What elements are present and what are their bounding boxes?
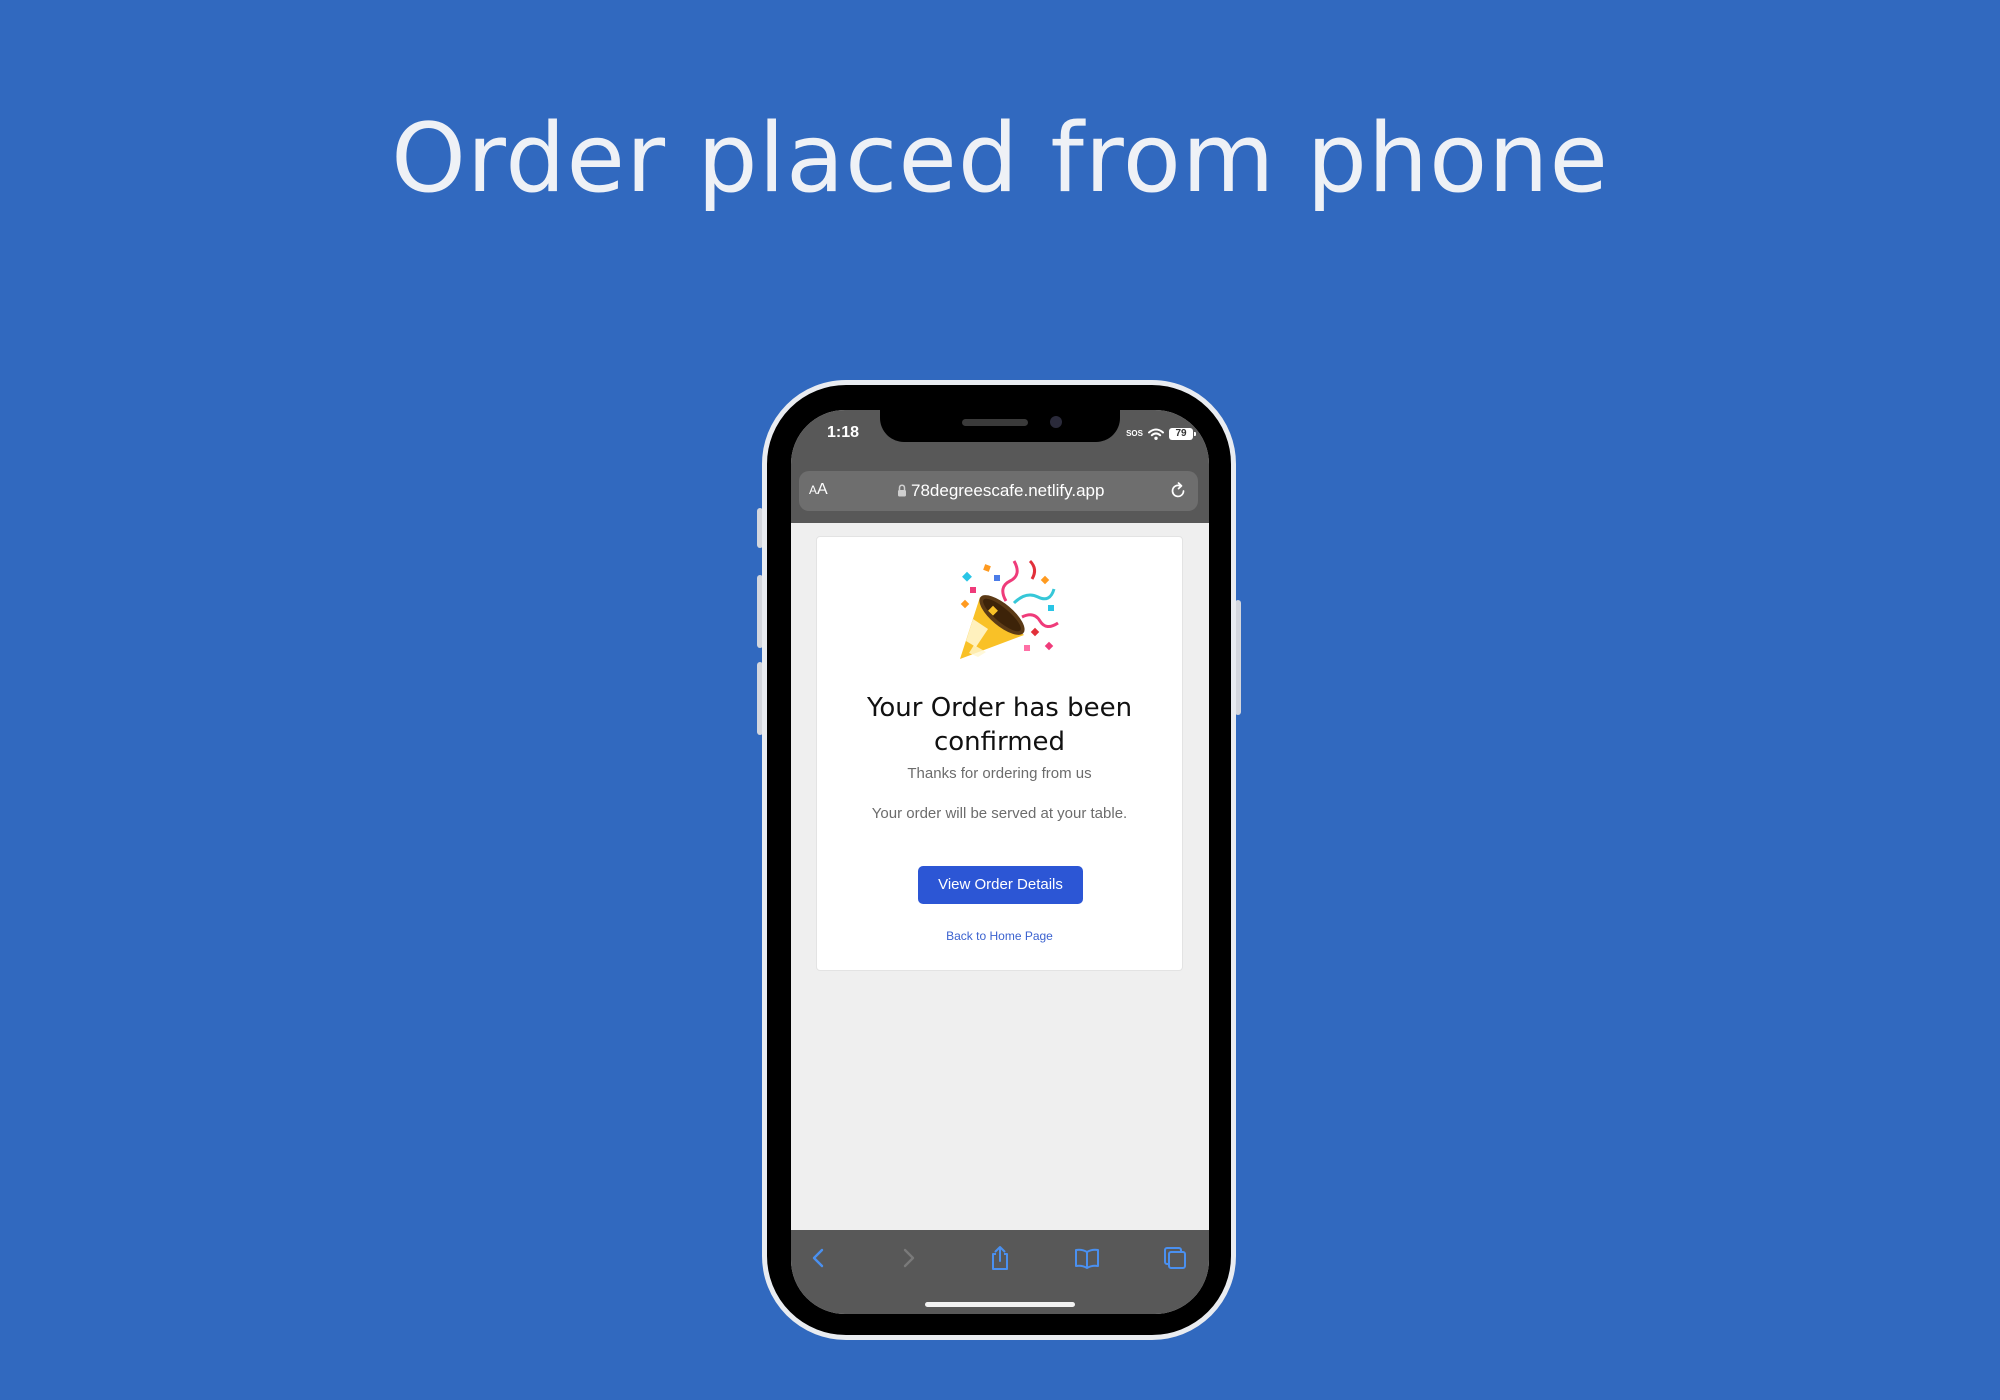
bookmarks-icon[interactable] — [1073, 1244, 1101, 1272]
share-icon[interactable] — [986, 1244, 1014, 1272]
view-order-details-button[interactable]: View Order Details — [918, 866, 1083, 904]
sos-indicator: SOS — [1126, 429, 1143, 438]
battery-indicator: 79 — [1169, 428, 1196, 440]
phone-screen: 1:18 SOS 79 AA 78degreescafe.netlify.app — [791, 410, 1209, 1314]
lock-icon — [898, 484, 906, 497]
status-time: 1:18 — [827, 424, 860, 441]
serve-message: Your order will be served at your table. — [871, 805, 1128, 822]
back-to-home-link[interactable]: Back to Home Page — [817, 929, 1182, 943]
status-icons: SOS 79 — [1126, 428, 1196, 440]
browser-top-bar: AA 78degreescafe.netlify.app — [791, 460, 1209, 523]
order-confirmed-title: Your Order has been confirmed — [866, 693, 1133, 757]
thanks-text: Thanks for ordering from us — [907, 765, 1092, 782]
wifi-icon — [1148, 428, 1164, 440]
phone-notch — [880, 410, 1120, 442]
page-headline: Order placed from phone — [391, 104, 1609, 214]
text-size-button[interactable]: AA — [809, 481, 828, 499]
order-confirmation-card: Your Order has been confirmed Thanks for… — [816, 536, 1183, 971]
browser-toolbar — [791, 1230, 1209, 1314]
address-bar[interactable]: AA 78degreescafe.netlify.app — [799, 471, 1198, 511]
url-text: 78degreescafe.netlify.app — [911, 481, 1105, 500]
home-indicator[interactable] — [925, 1302, 1075, 1307]
earpiece-speaker — [962, 419, 1028, 426]
tabs-icon[interactable] — [1161, 1244, 1189, 1272]
forward-icon[interactable] — [894, 1244, 922, 1272]
party-popper-icon — [960, 559, 1059, 659]
reload-icon[interactable] — [1168, 481, 1188, 501]
front-camera — [1050, 416, 1062, 428]
back-icon[interactable] — [805, 1244, 833, 1272]
